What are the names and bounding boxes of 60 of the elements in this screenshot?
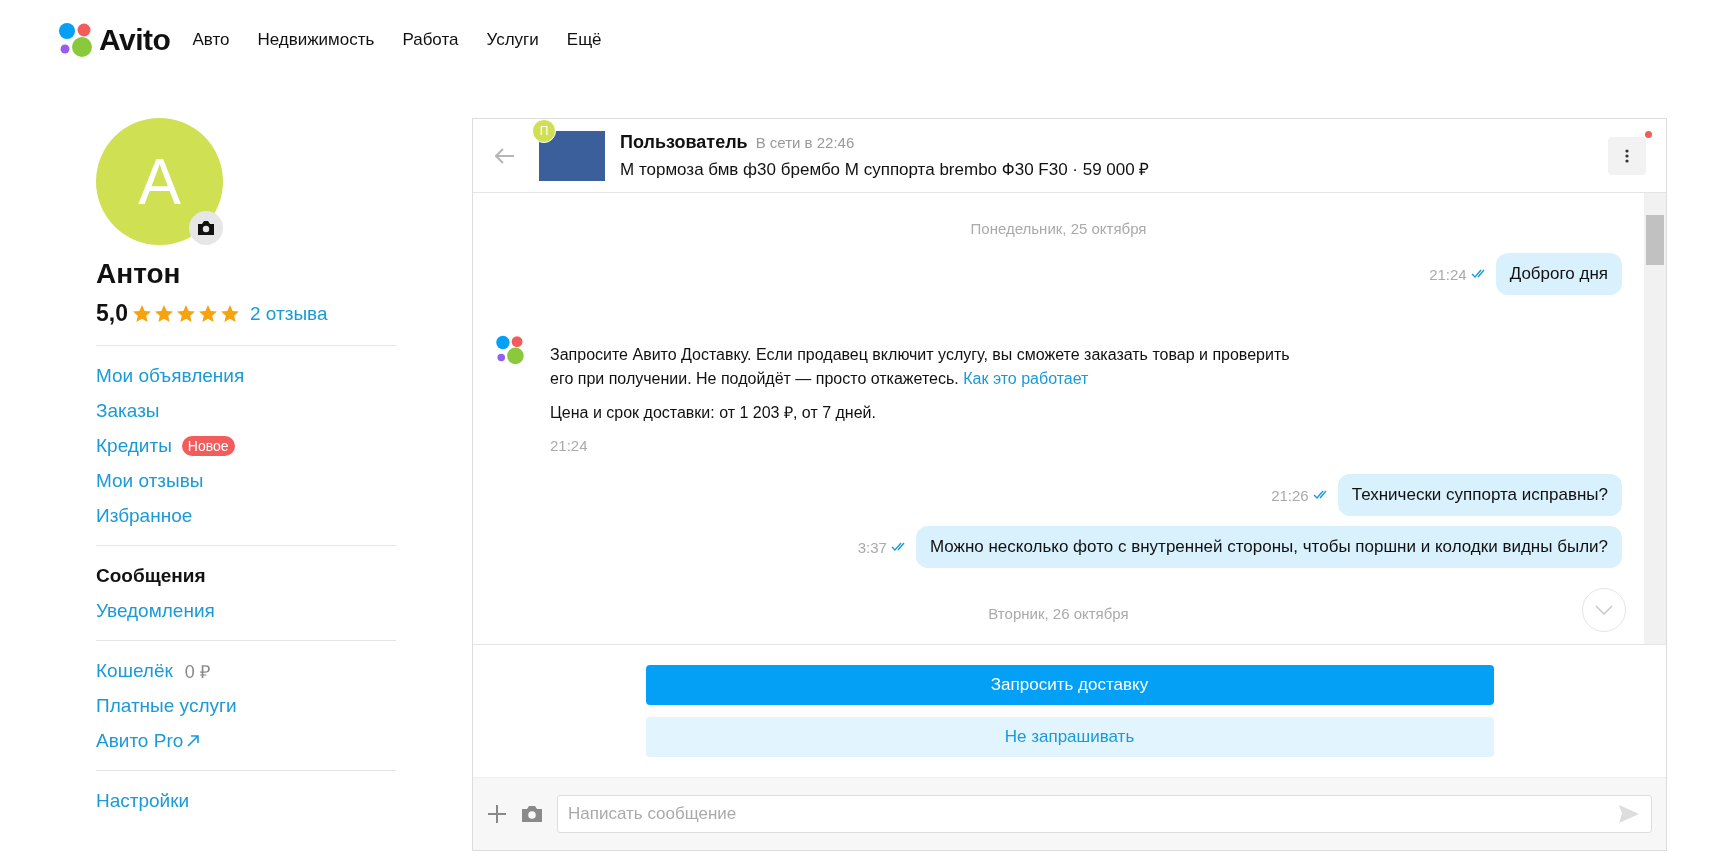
message-bubble: Технически суппорта исправны? (1337, 474, 1622, 516)
sidebar-link[interactable]: Платные услуги (96, 694, 237, 717)
star-icon (198, 304, 218, 323)
user-avatar: П (532, 118, 556, 143)
logo[interactable]: Avito (58, 22, 171, 58)
more-button[interactable] (1608, 136, 1646, 175)
date-label: Вторник, 26 октября (988, 605, 1129, 622)
nav-link[interactable]: Услуги (486, 30, 539, 50)
plus-icon[interactable] (487, 804, 507, 824)
item-title[interactable]: М тормоза бмв ф30 брембо М суппорта brembo Ф30 F30 · 59 000 ₽ (620, 156, 1608, 180)
sidebar-link[interactable]: Авито Pro (96, 729, 184, 752)
date-label: Понедельник, 25 октября (970, 220, 1147, 237)
star-icon (132, 304, 152, 323)
new-badge: Новое (181, 435, 235, 456)
message-time: 21:26 (1271, 486, 1309, 504)
more-icon (1625, 148, 1629, 163)
sidebar-link[interactable]: Мои отзывы (96, 469, 204, 492)
scrollbar[interactable] (1644, 193, 1666, 644)
star-icon (176, 304, 196, 323)
message-bubble: Можно несколько фото с внутренней стороны, чтобы поршни и колодки видны были? (915, 526, 1622, 568)
online-status: В сети в 22:46 (755, 133, 855, 151)
request-delivery-button[interactable]: Запросить доставку (645, 665, 1494, 705)
profile-name: Антон (96, 258, 182, 290)
avatar-letter: А (138, 144, 181, 219)
star-icon (220, 304, 240, 323)
message-input[interactable]: Написать сообщение (557, 795, 1652, 833)
scroll-down-button[interactable] (1582, 588, 1626, 632)
how-it-works-link[interactable]: Как это работает (963, 370, 1089, 387)
logo-icon (58, 22, 93, 58)
camera-icon[interactable] (521, 805, 543, 823)
message-time: 21:24 (1429, 265, 1467, 283)
nav-link[interactable]: Ещё (566, 30, 602, 50)
message-bubble: Доброго дня (1495, 253, 1622, 295)
decline-button[interactable]: Не запрашивать (645, 717, 1494, 757)
sidebar-link[interactable]: Кошелёк (96, 659, 173, 682)
sidebar-link[interactable]: Избранное (96, 504, 193, 527)
sidebar-link[interactable]: Настройки (96, 789, 190, 812)
wallet-balance: 0 ₽ (184, 660, 210, 683)
nav-link[interactable]: Работа (402, 30, 459, 50)
sidebar-link[interactable]: Кредиты (96, 434, 172, 457)
message-time: 21:24 (550, 437, 588, 454)
sidebar-link[interactable]: Заказы (96, 399, 160, 422)
chevron-down-icon (1595, 605, 1613, 615)
delivery-note: Цена и срок доставки: от 1 203 ₽, от 7 дней. (550, 403, 876, 423)
message-time: 3:37 (857, 538, 887, 556)
send-icon[interactable] (1618, 804, 1640, 824)
star-icon (154, 304, 174, 323)
sidebar-link[interactable]: Уведомления (96, 599, 215, 622)
reviews-link[interactable]: 2 отзыва (250, 302, 328, 325)
user-name[interactable]: Пользователь (620, 131, 748, 152)
nav-link[interactable]: Недвижимость (257, 30, 375, 50)
service-logo-icon (495, 335, 525, 365)
rating-value: 5,0 (96, 300, 128, 327)
camera-button[interactable] (189, 211, 223, 245)
back-arrow-icon[interactable] (495, 147, 515, 164)
system-message: Запросите Авито Доставку. Если продавец включит услугу, вы сможете заказать товар и проверить его при получении. Не подойдёт — просто откажетесь. Как это работает (550, 345, 1290, 389)
camera-icon (197, 220, 215, 236)
sidebar-link[interactable]: Сообщения (96, 564, 206, 587)
nav-link[interactable]: Авто (192, 30, 230, 50)
sidebar-link[interactable]: Мои объявления (96, 364, 245, 387)
